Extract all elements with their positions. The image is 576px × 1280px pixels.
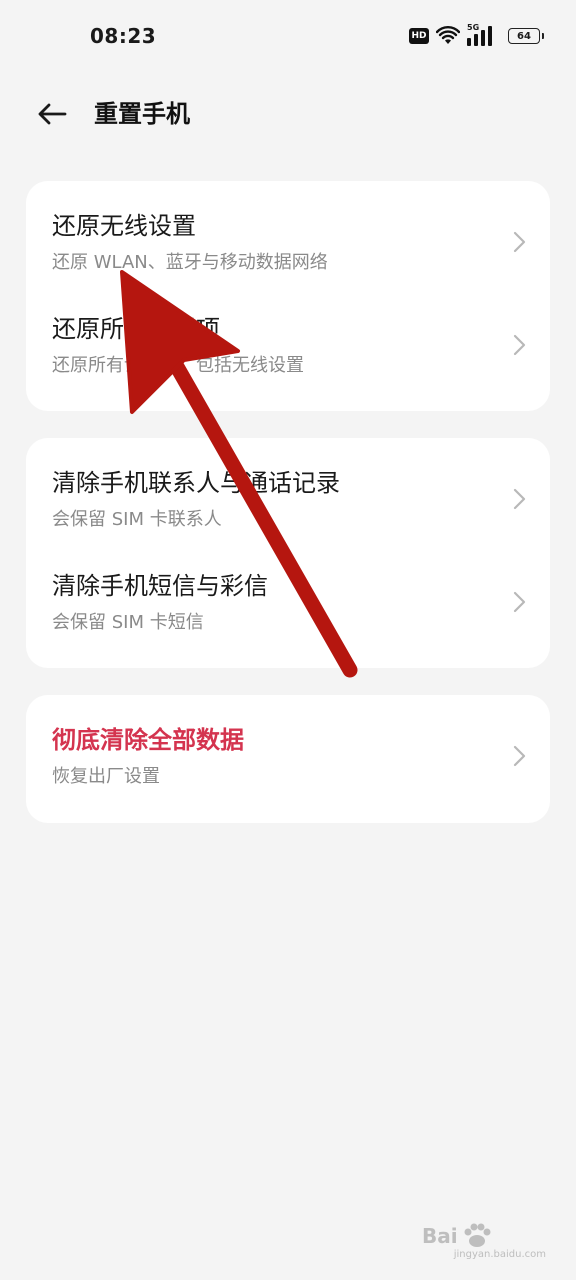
hd-icon: HD bbox=[409, 28, 429, 44]
list-item-subtitle: 会保留 SIM 卡短信 bbox=[52, 612, 204, 633]
cellular-signal-icon: 5G bbox=[467, 23, 497, 47]
chevron-right-icon bbox=[513, 745, 526, 767]
watermark-text: Bai bbox=[422, 1224, 458, 1248]
list-item-title: 还原无线设置 bbox=[52, 212, 196, 240]
wifi-icon bbox=[436, 26, 460, 44]
list-item-title: 还原所有设置项 bbox=[52, 315, 220, 343]
list-item-subtitle: 会保留 SIM 卡联系人 bbox=[52, 509, 222, 530]
chevron-right-icon bbox=[513, 488, 526, 510]
list-item-subtitle: 恢复出厂设置 bbox=[52, 766, 160, 787]
arrow-left-icon bbox=[38, 103, 67, 125]
settings-card-contacts-messages: 清除手机联系人与通话记录 会保留 SIM 卡联系人 清除手机短信与彩信 会保留 … bbox=[26, 438, 550, 668]
list-item-subtitle: 还原 WLAN、蓝牙与移动数据网络 bbox=[52, 252, 328, 273]
battery-icon: 64 bbox=[508, 28, 544, 44]
settings-card-network: 还原无线设置 还原 WLAN、蓝牙与移动数据网络 还原所有设置项 还原所有设置项… bbox=[26, 181, 550, 411]
header: 重置手机 bbox=[0, 84, 576, 144]
chevron-right-icon bbox=[513, 591, 526, 613]
screen: 08:23 HD 5G 64 重置手机 还原无线设置 还原 WLAN、蓝牙与移动… bbox=[0, 0, 576, 1280]
list-item-clear-messages[interactable]: 清除手机短信与彩信 会保留 SIM 卡短信 bbox=[26, 541, 550, 644]
chevron-right-icon bbox=[513, 231, 526, 253]
watermark: Bai jingyan.baidu.com bbox=[422, 1218, 552, 1260]
chevron-right-icon bbox=[513, 334, 526, 356]
page-title: 重置手机 bbox=[94, 100, 190, 128]
list-item-reset-wireless[interactable]: 还原无线设置 还原 WLAN、蓝牙与移动数据网络 bbox=[26, 181, 550, 284]
list-item-title-danger: 彻底清除全部数据 bbox=[52, 726, 244, 754]
list-item-clear-contacts[interactable]: 清除手机联系人与通话记录 会保留 SIM 卡联系人 bbox=[26, 438, 550, 541]
status-bar: 08:23 HD 5G 64 bbox=[0, 0, 576, 72]
list-item-erase-all-data[interactable]: 彻底清除全部数据 恢复出厂设置 bbox=[26, 695, 550, 798]
status-icons: HD 5G 64 bbox=[409, 23, 544, 48]
paw-icon bbox=[464, 1223, 491, 1247]
back-button[interactable] bbox=[32, 96, 72, 132]
list-item-reset-all-settings[interactable]: 还原所有设置项 还原所有设置项，包括无线设置 bbox=[26, 284, 550, 387]
list-item-subtitle: 还原所有设置项，包括无线设置 bbox=[52, 355, 304, 376]
list-item-title: 清除手机联系人与通话记录 bbox=[52, 469, 340, 497]
watermark-subtext: jingyan.baidu.com bbox=[453, 1249, 546, 1260]
list-item-title: 清除手机短信与彩信 bbox=[52, 572, 268, 600]
status-time: 08:23 bbox=[90, 24, 157, 48]
settings-card-erase: 彻底清除全部数据 恢复出厂设置 bbox=[26, 695, 550, 823]
